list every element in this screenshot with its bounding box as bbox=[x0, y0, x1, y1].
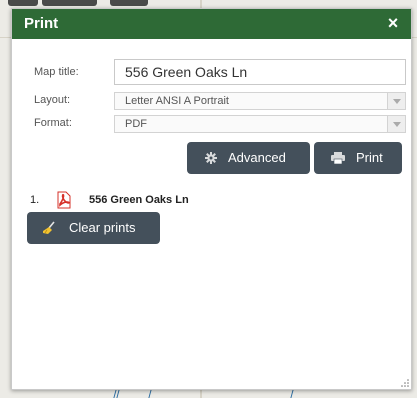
format-selected-value: PDF bbox=[125, 118, 147, 130]
print-button[interactable]: Print bbox=[314, 142, 402, 174]
close-icon[interactable]: × bbox=[384, 14, 402, 32]
map-tool-button[interactable] bbox=[110, 0, 148, 6]
resize-handle-icon[interactable] bbox=[401, 379, 409, 387]
layout-select[interactable]: Letter ANSI A Portrait bbox=[114, 92, 406, 110]
print-item-number: 1. bbox=[30, 194, 40, 206]
map-title-input[interactable] bbox=[114, 59, 406, 85]
map-title-label: Map title: bbox=[34, 66, 79, 78]
list-item[interactable]: 1. 556 Green Oaks Ln bbox=[30, 191, 330, 211]
chevron-down-icon[interactable] bbox=[387, 116, 405, 132]
printer-icon bbox=[331, 152, 345, 164]
format-label: Format: bbox=[34, 117, 72, 129]
panel-header: Print × bbox=[12, 9, 411, 39]
print-item-link[interactable]: 556 Green Oaks Ln bbox=[89, 194, 189, 206]
advanced-button-label: Advanced bbox=[228, 150, 286, 165]
advanced-button[interactable]: Advanced bbox=[187, 142, 310, 174]
gear-icon bbox=[205, 152, 217, 164]
clear-prints-label: Clear prints bbox=[69, 220, 136, 235]
layout-selected-value: Letter ANSI A Portrait bbox=[125, 95, 229, 107]
print-panel: Print × Map title: Layout: Letter ANSI A… bbox=[11, 8, 412, 390]
map-tool-button[interactable] bbox=[42, 0, 97, 6]
chevron-down-icon[interactable] bbox=[387, 93, 405, 109]
panel-title: Print bbox=[24, 15, 59, 32]
clear-prints-button[interactable]: Clear prints bbox=[27, 212, 160, 244]
pdf-icon[interactable] bbox=[56, 191, 72, 209]
print-button-label: Print bbox=[356, 150, 383, 165]
broom-icon bbox=[43, 221, 55, 234]
layout-label: Layout: bbox=[34, 94, 71, 106]
map-tool-button[interactable] bbox=[8, 0, 38, 6]
format-select[interactable]: PDF bbox=[114, 115, 406, 133]
